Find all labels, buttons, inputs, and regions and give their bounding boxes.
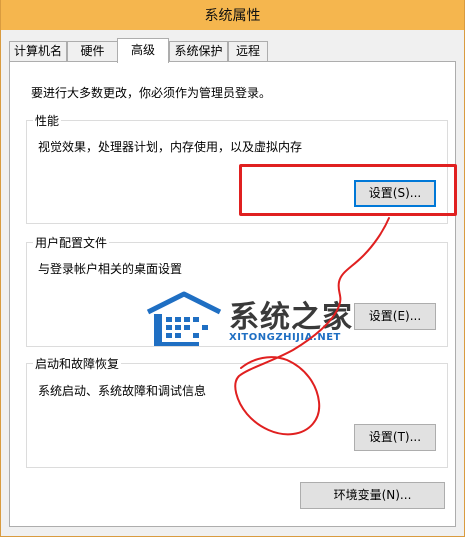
tab-advanced[interactable]: 高级: [117, 38, 169, 63]
admin-note: 要进行大多数更改，你必须作为管理员登录。: [31, 86, 272, 100]
title-bar[interactable]: 系统属性: [1, 0, 464, 30]
performance-group: 性能 视觉效果，处理器计划，内存使用，以及虚拟内存 设置(S)...: [26, 112, 448, 224]
user-profiles-group-title: 用户配置文件: [33, 234, 110, 251]
startup-recovery-group: 启动和故障恢复 系统启动、系统故障和调试信息 设置(T)...: [26, 355, 448, 468]
tab-computer-name[interactable]: 计算机名: [9, 41, 67, 61]
performance-description: 视觉效果，处理器计划，内存使用，以及虚拟内存: [38, 140, 303, 154]
tab-hardware[interactable]: 硬件: [67, 41, 118, 61]
window-title: 系统属性: [204, 8, 261, 24]
system-properties-window: 系统属性 计算机名 硬件 高级 系统保护 远程 要进行大多数更改，你必须作为管理…: [0, 0, 465, 537]
user-profiles-group: 用户配置文件 与登录帐户相关的桌面设置 设置(E)...: [26, 234, 448, 347]
startup-recovery-group-title: 启动和故障恢复: [33, 355, 122, 372]
startup-recovery-description: 系统启动、系统故障和调试信息: [38, 384, 207, 398]
tab-system-protection[interactable]: 系统保护: [169, 41, 228, 61]
advanced-tab-panel: 要进行大多数更改，你必须作为管理员登录。 性能 视觉效果，处理器计划，内存使用，…: [9, 61, 456, 527]
startup-recovery-settings-button[interactable]: 设置(T)...: [354, 424, 436, 451]
environment-variables-button[interactable]: 环境变量(N)...: [300, 482, 445, 509]
user-profiles-settings-button[interactable]: 设置(E)...: [354, 303, 436, 330]
performance-group-title: 性能: [33, 112, 62, 129]
tab-remote[interactable]: 远程: [228, 41, 268, 61]
user-profiles-description: 与登录帐户相关的桌面设置: [38, 262, 183, 276]
performance-settings-button[interactable]: 设置(S)...: [354, 180, 436, 207]
